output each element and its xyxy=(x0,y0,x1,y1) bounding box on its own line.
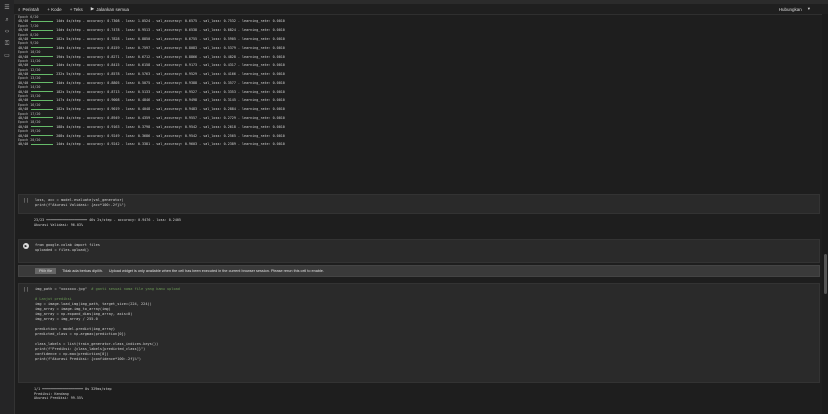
command-palette-button[interactable]: ⌕ Perintah xyxy=(18,7,39,12)
key-icon[interactable]: ⚿ xyxy=(2,40,12,48)
progress-bar xyxy=(31,135,54,137)
progress-bar xyxy=(31,56,54,58)
progress-bar xyxy=(31,64,54,66)
code-cell-predict[interactable]: [ ] img_path = "xxxxxxx.jpg" # ganti ses… xyxy=(18,283,820,383)
connect-button[interactable]: Hubungkan xyxy=(779,7,802,12)
cell-output: 1/1 ━━━━━━━━━━━━━━━━━━━━ 0s 329ms/step P… xyxy=(34,387,112,401)
progress-bar xyxy=(31,117,54,119)
search-icon[interactable]: ⌕ xyxy=(2,16,12,24)
progress-bar xyxy=(31,38,54,40)
menu-icon[interactable]: ☰ xyxy=(2,4,12,12)
progress-bar xyxy=(31,29,54,31)
no-file-label: Tidak ada berkas dipilih. xyxy=(62,269,103,273)
add-text-button[interactable]: + Teks xyxy=(70,7,83,12)
code-cell-upload[interactable]: ▶ from google.colab import files uploade… xyxy=(18,239,820,263)
notebook-area: Epoch 6/20 40/40 14ds 4s/step - accuracy: … xyxy=(18,15,820,414)
notebook-toolbar: ⌕ Perintah + Kode + Teks ▶ Jalankan semua … xyxy=(14,4,828,15)
run-cell-button[interactable]: [ ] xyxy=(23,287,29,293)
left-sidebar: ☰ ⌕ ‹› ⚿ ▭ xyxy=(0,0,15,414)
folder-icon[interactable]: ▭ xyxy=(2,52,12,60)
cell-output: 23/23 ━━━━━━━━━━━━━━━━━━━━ 46s 2s/step -… xyxy=(34,218,181,227)
progress-bar xyxy=(31,91,54,93)
progress-bar xyxy=(31,126,54,128)
upload-widget: Pilih file Tidak ada berkas dipilih. Upl… xyxy=(18,265,820,277)
cell-code[interactable]: from google.colab import files uploaded … xyxy=(19,240,819,256)
progress-bar xyxy=(31,99,54,101)
choose-file-button[interactable]: Pilih file xyxy=(35,268,57,274)
progress-bar xyxy=(31,20,54,22)
progress-bar xyxy=(31,143,54,145)
code-icon[interactable]: ‹› xyxy=(2,28,12,36)
chevron-down-icon[interactable]: ▾ xyxy=(808,6,810,12)
run-cell-button[interactable]: [ ] xyxy=(23,198,29,204)
scrollbar-thumb[interactable] xyxy=(824,254,827,294)
cell-code[interactable]: img_path = "xxxxxxx.jpg" # ganti sesuai … xyxy=(19,284,819,365)
cell-code[interactable]: loss, acc = model.evaluate(val_generator… xyxy=(19,195,819,211)
add-code-button[interactable]: + Kode xyxy=(47,7,61,12)
code-cell-evaluate[interactable]: [ ] loss, acc = model.evaluate(val_gener… xyxy=(18,194,820,214)
training-output: Epoch 6/20 40/40 14ds 4s/step - accuracy: … xyxy=(18,15,820,193)
progress-bar xyxy=(31,47,54,49)
run-all-button[interactable]: ▶ Jalankan semua xyxy=(91,6,129,12)
metrics-line: 40/40 14ds 4s/step - accuracy: 0.9242 - l… xyxy=(18,142,285,147)
progress-bar xyxy=(31,82,54,84)
play-icon: ▶ xyxy=(90,6,95,11)
scrollbar[interactable] xyxy=(822,14,828,414)
upload-warning-text: Upload widget is only available when the… xyxy=(108,269,324,273)
play-icon[interactable]: ▶ xyxy=(23,243,29,249)
progress-bar xyxy=(31,108,54,110)
search-icon: ⌕ xyxy=(18,6,21,12)
progress-bar xyxy=(31,73,54,75)
